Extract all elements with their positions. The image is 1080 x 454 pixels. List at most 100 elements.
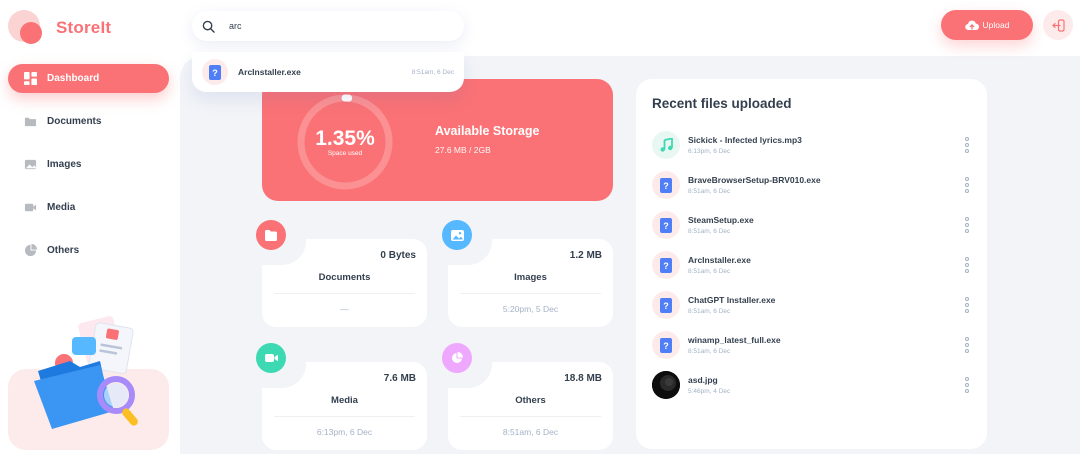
document-question-icon: ? (660, 177, 672, 193)
file-date: 8:51am, 6 Dec (688, 228, 731, 235)
pie-icon (24, 244, 37, 257)
logo-text: StoreIt (56, 18, 112, 37)
card-date: 6:13pm, 6 Dec (316, 427, 373, 437)
sidebar-item-label: Dashboard (47, 73, 100, 84)
folder-icon (256, 220, 286, 250)
sidebar-item-label: Documents (47, 116, 102, 127)
file-name: BraveBrowserSetup-BRV010.exe (688, 175, 821, 185)
file-info: ChatGPT Installer.exe 8:51am, 6 Dec (688, 295, 962, 315)
file-name: SteamSetup.exe (688, 215, 754, 225)
pie-icon (442, 343, 472, 373)
file-date: 8:51am, 6 Dec (688, 268, 731, 275)
search-input[interactable]: arc (229, 21, 242, 31)
photo-thumbnail-icon (652, 371, 680, 399)
recent-files-title: Recent files uploaded (652, 96, 792, 111)
file-info: Sickick - Infected lyrics.mp3 6:13pm, 6 … (688, 135, 962, 155)
more-options-icon[interactable] (962, 377, 972, 393)
card-date: 8:51am, 6 Dec (502, 427, 559, 437)
card-divider (460, 416, 601, 417)
search-icon (202, 20, 215, 33)
file-date: 5:46pm, 4 Dec (688, 388, 731, 395)
file-info: ArcInstaller.exe 8:51am, 6 Dec (688, 255, 962, 275)
list-item[interactable]: ? winamp_latest_full.exe 8:51am, 6 Dec (652, 325, 972, 365)
more-options-icon[interactable] (962, 257, 972, 273)
search-result-name[interactable]: ArcInstaller.exe (238, 67, 412, 77)
summary-card-media[interactable]: 7.6 MB Media 6:13pm, 6 Dec (256, 343, 427, 450)
search-result-date: 8:51am, 6 Dec (411, 68, 454, 76)
svg-text:?: ? (663, 301, 669, 311)
list-item[interactable]: ? SteamSetup.exe 8:51am, 6 Dec (652, 205, 972, 245)
document-question-icon: ? (209, 64, 221, 80)
file-name: Sickick - Infected lyrics.mp3 (688, 135, 802, 145)
more-options-icon[interactable] (962, 217, 972, 233)
file-thumbnail (652, 131, 680, 159)
summary-card-documents[interactable]: 0 Bytes Documents — (256, 220, 427, 327)
sidebar: StoreIt Dashboard Documents Images Media… (0, 0, 180, 454)
more-options-icon[interactable] (962, 177, 972, 193)
card-title: Media (331, 395, 358, 406)
file-date: 6:13pm, 6 Dec (688, 148, 731, 155)
search-bar[interactable]: arc (192, 11, 464, 41)
file-name: winamp_latest_full.exe (688, 335, 781, 345)
search-results-dropdown: ? ArcInstaller.exe 8:51am, 6 Dec (192, 52, 464, 92)
more-options-icon[interactable] (962, 337, 972, 353)
svg-text:?: ? (663, 221, 669, 231)
list-item[interactable]: ? ChatGPT Installer.exe 8:51am, 6 Dec (652, 285, 972, 325)
more-options-icon[interactable] (962, 297, 972, 313)
list-item[interactable]: ? BraveBrowserSetup-BRV010.exe 8:51am, 6… (652, 165, 972, 205)
storage-percent: 1.35% (315, 127, 375, 150)
storage-title: Available Storage (435, 124, 540, 138)
file-date: 8:51am, 6 Dec (688, 308, 731, 315)
card-size: 1.2 MB (569, 250, 602, 261)
list-item[interactable]: ? ArcInstaller.exe 8:51am, 6 Dec (652, 245, 972, 285)
music-note-icon (660, 138, 673, 152)
document-question-icon: ? (660, 217, 672, 233)
upload-button[interactable]: Upload (941, 10, 1033, 40)
file-thumbnail: ? (202, 59, 228, 85)
document-question-icon: ? (660, 337, 672, 353)
card-icon-notch (442, 220, 492, 265)
card-size: 18.8 MB (564, 373, 602, 384)
card-title: Documents (318, 272, 371, 283)
sidebar-item-media[interactable]: Media (8, 193, 169, 222)
document-question-icon: ? (660, 297, 672, 313)
summary-card-others[interactable]: 18.8 MB Others 8:51am, 6 Dec (442, 343, 613, 450)
video-icon (256, 343, 286, 373)
card-divider (460, 293, 601, 294)
cloud-upload-icon (964, 20, 979, 30)
sidebar-item-documents[interactable]: Documents (8, 107, 169, 136)
logout-icon (1051, 18, 1065, 32)
card-size: 0 Bytes (380, 250, 416, 261)
file-thumbnail: ? (652, 171, 680, 199)
sidebar-item-label: Images (47, 159, 82, 170)
file-thumbnail: ? (652, 331, 680, 359)
storage-card: 1.35% Space used Available Storage 27.6 … (262, 79, 613, 201)
logout-button[interactable] (1043, 10, 1073, 40)
recent-files-list: Sickick - Infected lyrics.mp3 6:13pm, 6 … (652, 125, 972, 405)
list-item[interactable]: asd.jpg 5:46pm, 4 Dec (652, 365, 972, 405)
file-thumbnail: ? (652, 291, 680, 319)
card-divider (274, 416, 415, 417)
upload-label: Upload (982, 20, 1010, 30)
image-icon (442, 220, 472, 250)
card-divider (274, 293, 415, 294)
file-info: BraveBrowserSetup-BRV010.exe 8:51am, 6 D… (688, 175, 962, 195)
image-icon (24, 159, 37, 170)
card-icon-notch (256, 220, 306, 265)
file-date: 8:51am, 6 Dec (688, 348, 731, 355)
more-options-icon[interactable] (962, 137, 972, 153)
card-title: Images (514, 272, 547, 283)
sidebar-item-others[interactable]: Others (8, 236, 169, 265)
sidebar-item-images[interactable]: Images (8, 150, 169, 179)
sidebar-item-label: Others (47, 245, 80, 256)
summary-card-images[interactable]: 1.2 MB Images 5:20pm, 5 Dec (442, 220, 613, 327)
sidebar-item-dashboard[interactable]: Dashboard (8, 64, 169, 93)
file-date: 8:51am, 6 Dec (688, 188, 731, 195)
card-date: 5:20pm, 5 Dec (502, 304, 559, 314)
storage-amount: 27.6 MB / 2GB (435, 145, 491, 155)
logo[interactable]: StoreIt (8, 10, 111, 46)
card-date: — (340, 304, 349, 314)
sidebar-nav: Dashboard Documents Images Media Others (8, 64, 169, 279)
list-item[interactable]: Sickick - Infected lyrics.mp3 6:13pm, 6 … (652, 125, 972, 165)
card-icon-notch (442, 343, 492, 388)
